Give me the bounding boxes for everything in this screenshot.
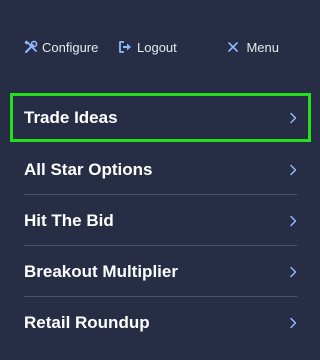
- close-icon: [228, 42, 239, 52]
- chevron-right-icon: [289, 317, 297, 329]
- tools-icon: [24, 40, 38, 54]
- logout-button[interactable]: Logout: [118, 40, 177, 55]
- chevron-right-icon: [289, 215, 297, 227]
- menu-item-label: Breakout Multiplier: [24, 261, 178, 281]
- menu-item-label: All Star Options: [24, 159, 153, 179]
- menu-label: Menu: [246, 39, 279, 55]
- menu-item-label: Hit The Bid: [24, 210, 114, 230]
- chevron-right-icon: [289, 164, 297, 176]
- menu-item-trade-ideas[interactable]: Trade Ideas: [10, 93, 311, 142]
- chevron-right-icon: [289, 266, 297, 278]
- logout-label: Logout: [137, 39, 177, 55]
- menu-item-breakout-multiplier[interactable]: Breakout Multiplier: [10, 246, 311, 297]
- configure-button[interactable]: Configure: [24, 40, 118, 55]
- menu-item-all-star-options[interactable]: All Star Options: [10, 144, 311, 195]
- menu-item-label: Retail Roundup: [24, 312, 150, 332]
- menu-list: Trade Ideas All Star Options Hit The Bid…: [10, 93, 311, 348]
- top-bar: Configure Logout Menu: [24, 36, 296, 58]
- chevron-right-icon: [289, 112, 297, 124]
- menu-close-button[interactable]: Menu: [228, 40, 279, 55]
- configure-label: Configure: [42, 39, 99, 55]
- menu-item-retail-roundup[interactable]: Retail Roundup: [10, 297, 311, 348]
- menu-item-hit-the-bid[interactable]: Hit The Bid: [10, 195, 311, 246]
- logout-icon: [118, 40, 133, 54]
- menu-item-label: Trade Ideas: [24, 107, 118, 127]
